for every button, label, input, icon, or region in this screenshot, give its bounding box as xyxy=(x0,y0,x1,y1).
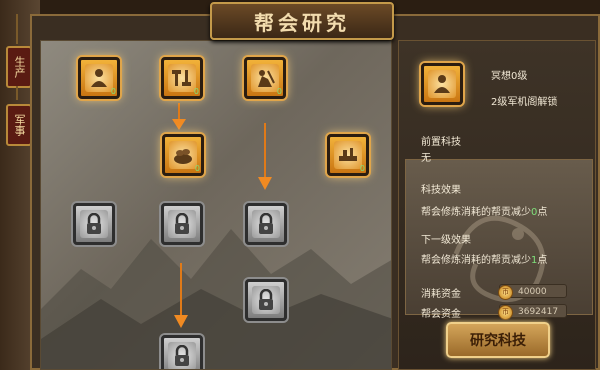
level-badge: 0 xyxy=(193,87,199,96)
next-text: 帮会修炼消耗的帮贡减少1点 xyxy=(421,251,547,266)
detail-panel: 冥想0级 2级军机阁解锁 前置科技 无 科技效果 帮会修炼消耗的帮贡减少0点 下… xyxy=(398,40,596,370)
locked-skill-node[interactable] xyxy=(161,203,203,245)
unlock-condition: 2级军机阁解锁 xyxy=(491,97,558,108)
locked-skill-node[interactable] xyxy=(245,203,287,245)
research-button[interactable]: 研究科技 xyxy=(446,322,550,358)
forge-skill-node[interactable]: 0 xyxy=(327,134,369,176)
window-title: 帮会研究 xyxy=(210,2,394,40)
chain xyxy=(16,86,18,100)
level-badge: 0 xyxy=(194,164,200,173)
forge-icon xyxy=(339,148,357,161)
prereq-title: 前置科技 xyxy=(421,137,461,148)
level-badge: 0 xyxy=(276,87,282,96)
lock-icon xyxy=(259,213,273,234)
next-title: 下一级效果 xyxy=(421,235,471,246)
research-button-label: 研究科技 xyxy=(470,333,526,349)
effect-prefix: 帮会修炼消耗的帮贡减少 xyxy=(421,207,531,218)
locked-skill-node[interactable] xyxy=(245,279,287,321)
skill-name: 冥想0级 xyxy=(491,71,528,82)
level-badge: 0 xyxy=(359,164,365,173)
tools-skill-node[interactable]: 0 xyxy=(161,57,203,99)
down-arrow-icon xyxy=(174,263,188,328)
coin-icon: 币 xyxy=(498,285,513,300)
tab-military-label: 军事 xyxy=(13,114,26,136)
locked-skill-node[interactable] xyxy=(161,335,203,369)
prereq-value: 无 xyxy=(421,153,431,164)
effect-title: 科技效果 xyxy=(421,185,461,196)
cost-label: 消耗资金 xyxy=(421,289,461,300)
locked-skill-node[interactable] xyxy=(73,203,115,245)
meditation-icon xyxy=(91,69,107,87)
lock-icon xyxy=(259,289,273,310)
meditation-skill-node[interactable]: 0 xyxy=(78,57,120,99)
chain xyxy=(16,14,18,44)
effect-suffix: 点 xyxy=(537,207,548,218)
down-arrow-icon xyxy=(172,103,186,130)
tools-icon xyxy=(172,70,191,86)
coin-icon: 币 xyxy=(498,305,513,320)
effect-text: 帮会修炼消耗的帮贡减少0点 xyxy=(421,203,547,218)
window-title-text: 帮会研究 xyxy=(254,10,350,35)
funds-value: 3692417 xyxy=(518,307,559,317)
treasure-skill-node[interactable]: 0 xyxy=(162,134,204,176)
tech-tree-panel[interactable]: 0 0 0 0 0 xyxy=(40,40,392,370)
farming-skill-node[interactable]: 0 xyxy=(244,57,286,99)
funds-field: 币 3692417 xyxy=(498,304,567,320)
next-suffix: 点 xyxy=(537,255,548,266)
level-badge: 0 xyxy=(110,87,116,96)
next-prefix: 帮会修炼消耗的帮贡减少 xyxy=(421,255,531,266)
lock-icon xyxy=(175,345,189,366)
treasure-icon xyxy=(174,149,192,164)
tab-military[interactable]: 军事 xyxy=(6,104,32,146)
tab-production-label: 生产 xyxy=(13,56,26,78)
cost-field: 币 40000 xyxy=(498,284,567,300)
farming-icon xyxy=(258,70,275,87)
lock-icon xyxy=(175,213,189,234)
selected-skill-icon xyxy=(421,63,463,105)
funds-label: 帮会资金 xyxy=(421,309,461,320)
meditation-icon xyxy=(434,75,450,93)
tab-production[interactable]: 生产 xyxy=(6,46,32,88)
cost-value: 40000 xyxy=(518,287,547,297)
down-arrow-icon xyxy=(258,123,272,190)
lock-icon xyxy=(87,213,101,234)
